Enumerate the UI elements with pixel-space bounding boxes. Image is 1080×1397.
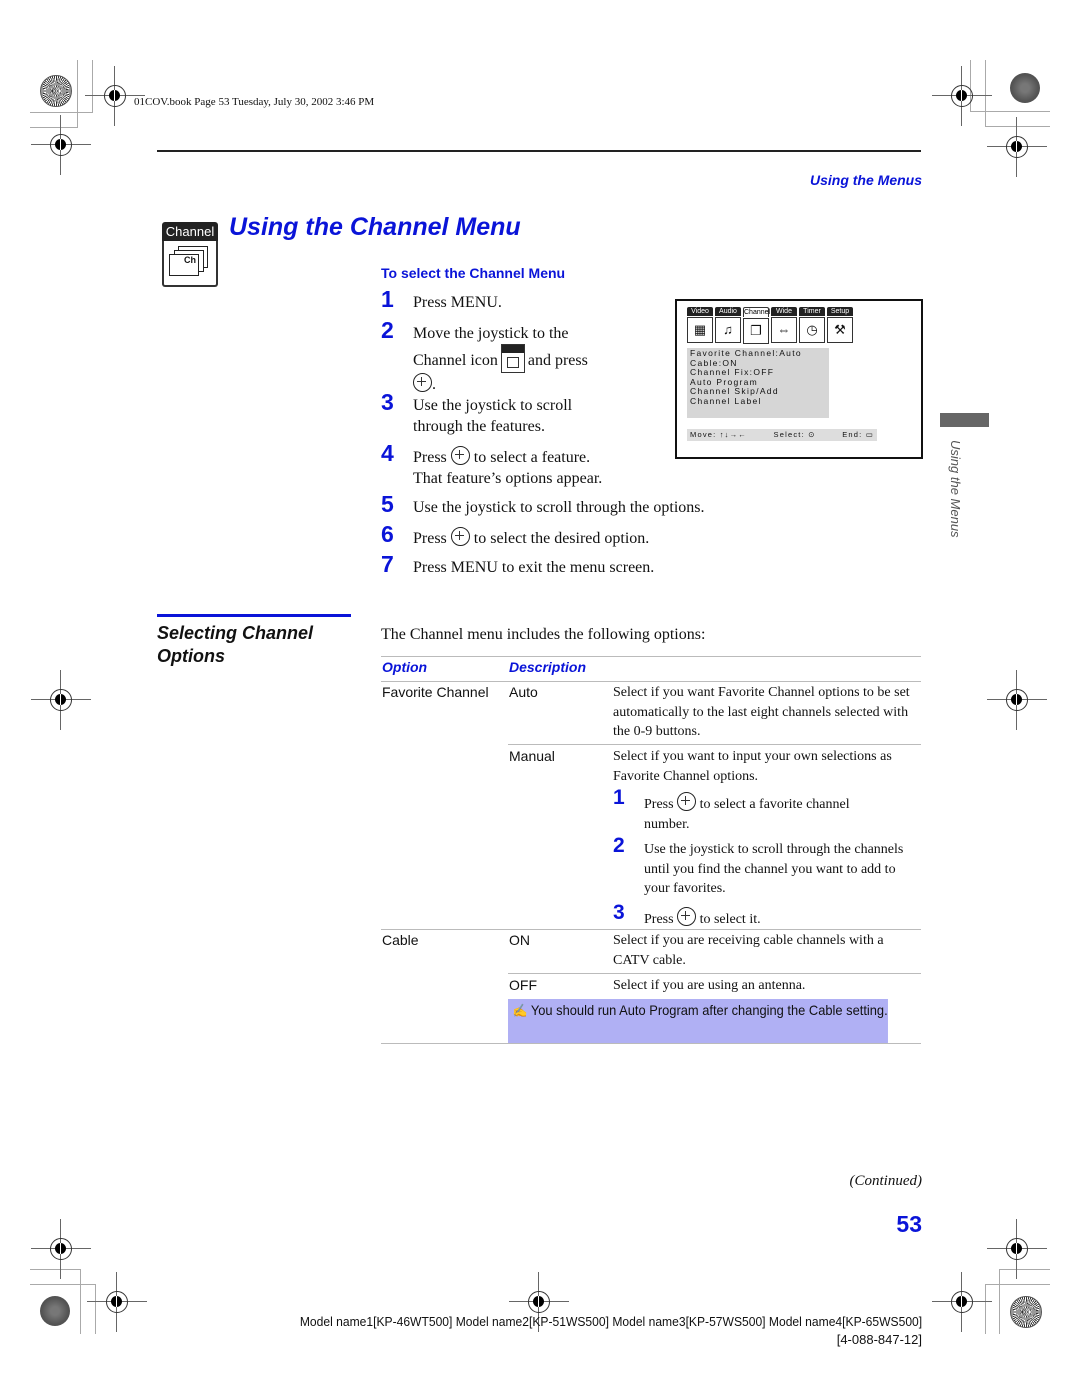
note-pencil-icon: ✍ bbox=[512, 1003, 528, 1018]
continued-label: (Continued) bbox=[849, 1173, 923, 1189]
menu-item: Channel Label bbox=[690, 395, 762, 406]
table-rule bbox=[381, 929, 921, 930]
video-icon: ▦ bbox=[687, 317, 713, 343]
book-info: 01COV.book Page 53 Tuesday, July 30, 200… bbox=[134, 96, 375, 108]
menu-footer: Move: ↑↓→← Select: ⊙ End: ▭ bbox=[687, 429, 877, 441]
menu-items-list: Favorite Channel:Auto Cable:ON Channel F… bbox=[687, 348, 829, 418]
intro-text: The Channel menu includes the following … bbox=[381, 626, 706, 643]
sub-heading: To select the Channel Menu bbox=[381, 265, 566, 281]
step-7: 7 Press MENU to exit the menu screen. bbox=[381, 551, 655, 577]
menu-tab-channel: Channel ❐ bbox=[743, 307, 770, 344]
manual-step-2: 2 Use the joystick to scroll through the… bbox=[613, 834, 904, 896]
select-hint: Select: ⊙ bbox=[773, 430, 816, 439]
channel-icon: ❐ bbox=[743, 318, 769, 344]
table-rule bbox=[508, 744, 921, 745]
menu-tab-wide: Wide ⇔ bbox=[771, 307, 797, 344]
column-header-option: Option bbox=[382, 659, 428, 675]
value-on: ON bbox=[509, 932, 530, 948]
section-label: Using the Menus bbox=[809, 172, 922, 188]
table-rule bbox=[381, 656, 921, 657]
select-button-icon bbox=[450, 446, 470, 465]
menu-tabs: Video ▦ Audio ♫ Channel ❐ Wide ⇔ Timer ◷ Setu… bbox=[687, 307, 853, 344]
note-text: You should run Auto Program after changi… bbox=[530, 1002, 888, 1018]
menu-tab-timer: Timer ◷ bbox=[799, 307, 825, 344]
crop-line bbox=[985, 1284, 1050, 1285]
audio-icon: ♫ bbox=[715, 317, 741, 343]
registration-mark bbox=[31, 1219, 91, 1279]
desc-manual: Select if you want to input your own sel… bbox=[613, 749, 892, 784]
step-5: 5 Use the joystick to scroll through the… bbox=[381, 491, 705, 517]
registration-mark bbox=[987, 117, 1047, 177]
table-rule bbox=[381, 681, 921, 682]
step-2: 2 Move the joystick to the Channel icon a… bbox=[381, 317, 588, 394]
crop-line bbox=[30, 1284, 95, 1285]
printer-starburst-mark bbox=[1010, 1296, 1042, 1328]
menu-tab-audio: Audio ♫ bbox=[715, 307, 741, 344]
footer-models: Model name1[KP-46WT500] Model name2[KP-5… bbox=[253, 1313, 922, 1349]
table-rule bbox=[381, 1043, 921, 1044]
registration-mark bbox=[932, 1272, 992, 1332]
registration-mark bbox=[987, 670, 1047, 730]
header-rule bbox=[157, 150, 921, 152]
value-off: OFF bbox=[509, 977, 537, 993]
note-box: ✍ You should run Auto Program after chan… bbox=[508, 999, 888, 1043]
registration-mark bbox=[987, 1219, 1047, 1279]
section-rule bbox=[157, 614, 351, 617]
column-header-description: Description bbox=[509, 659, 587, 675]
menu-tab-video: Video ▦ bbox=[687, 307, 713, 344]
step-6: 6 Press to select the desired option. bbox=[381, 521, 650, 548]
option-cable: Cable bbox=[382, 932, 419, 948]
menu-tab-setup: Setup ⚒ bbox=[827, 307, 853, 344]
channel-badge-label: Channel bbox=[162, 222, 218, 241]
select-button-icon bbox=[450, 527, 470, 546]
table-rule bbox=[508, 973, 921, 974]
page-title: Using the Channel Menu bbox=[229, 213, 521, 241]
select-button-icon bbox=[413, 373, 432, 392]
registration-mark bbox=[31, 115, 91, 175]
end-hint: End: ▭ bbox=[842, 430, 874, 439]
menu-screen-illustration: Video ▦ Audio ♫ Channel ❐ Wide ⇔ Timer ◷ Setu… bbox=[675, 299, 923, 459]
channel-stack-icon: Ch bbox=[169, 254, 199, 276]
crop-line bbox=[30, 112, 92, 113]
printer-disc-mark bbox=[40, 1296, 70, 1326]
manual-step-1: 1 Press to select a favorite channel num… bbox=[613, 786, 850, 832]
printer-starburst-mark bbox=[40, 75, 72, 107]
side-tab-label: Using the Menus bbox=[948, 440, 963, 538]
wide-icon: ⇔ bbox=[771, 317, 797, 343]
value-manual: Manual bbox=[509, 748, 555, 764]
printer-disc-mark bbox=[1010, 73, 1040, 103]
registration-mark bbox=[31, 670, 91, 730]
timer-icon: ◷ bbox=[799, 317, 825, 343]
desc-auto: Select if you want Favorite Channel opti… bbox=[613, 685, 910, 739]
channel-menu-icon: Channel Ch bbox=[162, 222, 218, 292]
select-button-icon bbox=[677, 907, 697, 926]
section-title: Selecting Channel Options bbox=[157, 623, 314, 666]
option-favorite-channel: Favorite Channel bbox=[382, 684, 489, 700]
setup-icon: ⚒ bbox=[827, 317, 853, 343]
step-4: 4 Press to select a feature. That featur… bbox=[381, 440, 603, 488]
channel-icon bbox=[500, 344, 525, 373]
desc-on: Select if you are receiving cable channe… bbox=[613, 933, 884, 968]
move-hint: Move: ↑↓→← bbox=[690, 430, 748, 439]
page-number: 53 bbox=[896, 1211, 922, 1237]
side-tab-marker bbox=[940, 413, 989, 427]
registration-mark bbox=[932, 66, 992, 126]
registration-mark bbox=[87, 1272, 147, 1332]
step-1: 1 Press MENU. bbox=[381, 286, 502, 312]
model-names: Model name1[KP-46WT500] Model name2[KP-5… bbox=[299, 1314, 922, 1329]
select-button-icon bbox=[677, 792, 697, 811]
manual-step-3: 3 Press to select it. bbox=[613, 901, 761, 927]
desc-off: Select if you are using an antenna. bbox=[613, 978, 806, 993]
part-number: [4-088-847-12] bbox=[836, 1332, 922, 1347]
step-3: 3 Use the joystick to scroll through the… bbox=[381, 389, 573, 436]
value-auto: Auto bbox=[509, 684, 538, 700]
